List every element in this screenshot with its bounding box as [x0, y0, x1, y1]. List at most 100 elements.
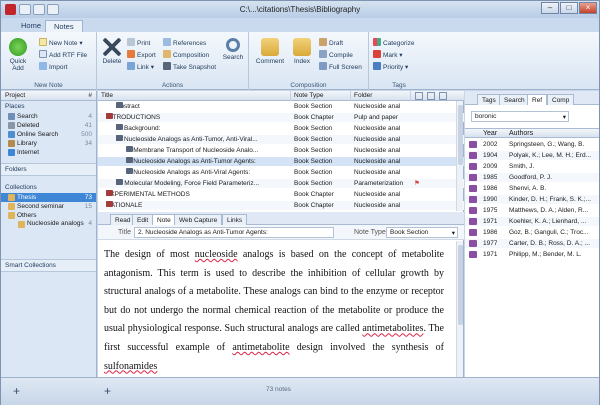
- place-item[interactable]: Deleted 41: [1, 121, 96, 130]
- place-item[interactable]: Search 4: [1, 112, 96, 121]
- collection-item[interactable]: Thesis 73: [1, 193, 96, 202]
- note-title-input[interactable]: 2. Nucleoside Analogs as Anti-Tumor Agen…: [134, 227, 334, 238]
- note-row[interactable]: +EXPERIMENTAL METHODSBook Chapter Nucleos…: [98, 190, 464, 199]
- note-type-label: Note Type: [354, 229, 386, 236]
- collection-item[interactable]: Nucleoside analogs 4: [1, 220, 96, 236]
- print-button[interactable]: Print: [127, 38, 150, 47]
- priority-button[interactable]: Priority ▾: [373, 62, 408, 71]
- ribbon-tab-notes[interactable]: Notes: [45, 20, 83, 32]
- comment-button[interactable]: Comment: [255, 38, 285, 65]
- new-note-label: New Note: [49, 40, 78, 47]
- reference-year: 1971: [483, 251, 498, 258]
- pencil-icon: [319, 38, 327, 46]
- reference-row[interactable]: 1986 Goz, B.; Ganguli, C.; Troc...: [465, 228, 599, 237]
- composition-group-label: Composition: [290, 82, 327, 89]
- column-folder[interactable]: Folder: [351, 91, 411, 101]
- collections-list: Thesis 73 Second seminar 15 Others Nucleoside…: [1, 193, 96, 236]
- references-button[interactable]: References: [163, 38, 206, 47]
- new-note-group: Quick Add New Note ▾ Add RTF File Import…: [1, 32, 97, 90]
- delete-button[interactable]: Delete: [101, 38, 123, 65]
- notes-scrollbar-thumb[interactable]: [458, 105, 463, 165]
- quick-add-button[interactable]: Quick Add: [7, 38, 29, 72]
- column-options-icon[interactable]: [415, 92, 423, 100]
- draft-button[interactable]: Draft: [319, 38, 343, 47]
- reference-row[interactable]: 1975 Matthews, D. A.; Alden, R...: [465, 206, 599, 215]
- take-snapshot-button[interactable]: Take Snapshot: [163, 62, 216, 71]
- column-year[interactable]: Year: [483, 130, 497, 137]
- categorize-button[interactable]: Categorize: [373, 38, 414, 47]
- note-row[interactable]: -B. Nucleoside Analogs as Anti-Tumor, An…: [98, 135, 464, 144]
- reference-row[interactable]: 1904 Polyak, K.; Lee, M. H.; Erd...: [465, 151, 599, 160]
- reference-row[interactable]: 2002 Springsteen, G.; Wang, B.: [465, 140, 599, 149]
- reference-row[interactable]: 1990 Kinder, D. H.; Frank, S. K.;...: [465, 195, 599, 204]
- window-title: C:\...\citations\Thesis\Bibliography: [239, 5, 361, 14]
- add-project-button[interactable]: +: [13, 384, 20, 398]
- note-folder-cell: Nucleoside anal: [354, 202, 401, 209]
- collection-item[interactable]: Second seminar 15: [1, 202, 96, 211]
- right-tab-search[interactable]: Search: [499, 94, 530, 105]
- new-note-button[interactable]: New Note ▾: [39, 38, 83, 47]
- link-button[interactable]: Link ▾: [127, 62, 154, 71]
- reference-filter-select[interactable]: boronic ▾: [471, 111, 569, 122]
- note-row[interactable]: 1. Membrane Transport of Nucleoside Anal…: [98, 146, 464, 155]
- import-button[interactable]: Import: [39, 62, 67, 71]
- reference-row[interactable]: 1977 Carter, D. B.; Ross, D. A.; ...: [465, 239, 599, 248]
- reference-row[interactable]: 1971 Koehler, K. A.; Lienhard, ...: [465, 217, 599, 226]
- preview-toggle-icon[interactable]: [439, 92, 447, 100]
- note-row[interactable]: +RATIONALEBook Chapter Nucleoside anal: [98, 201, 464, 210]
- editor-tab-links[interactable]: Links: [222, 214, 248, 225]
- add-rtf-button[interactable]: Add RTF File: [39, 50, 87, 59]
- editor-tab-web-capture[interactable]: Web Capture: [174, 214, 223, 225]
- collection-item[interactable]: Others: [1, 211, 96, 220]
- maximize-button[interactable]: □: [560, 2, 578, 14]
- compile-button[interactable]: Compile: [319, 50, 353, 59]
- composition-button[interactable]: Composition: [163, 50, 209, 59]
- editor-scrollbar[interactable]: [456, 241, 463, 377]
- column-note-type[interactable]: Note Type: [291, 91, 351, 101]
- export-button[interactable]: Export: [127, 50, 156, 59]
- mark-button[interactable]: Mark ▾: [373, 50, 403, 59]
- note-row[interactable]: +C. Molecular Modeling, Force Field Para…: [98, 179, 464, 188]
- place-item[interactable]: Library 34: [1, 139, 96, 148]
- right-tab-tags[interactable]: Tags: [477, 94, 501, 105]
- reference-row[interactable]: 1986 Shenvi, A. B.: [465, 184, 599, 193]
- editor-tab-note[interactable]: Note: [152, 214, 176, 225]
- minimize-button[interactable]: –: [541, 2, 559, 14]
- reference-row[interactable]: 2009 Smith, J.: [465, 162, 599, 171]
- reference-row[interactable]: 1985 Goodford, P. J.: [465, 173, 599, 182]
- note-row[interactable]: Abstract Book Section Nucleoside anal: [98, 102, 464, 111]
- smart-collections-section[interactable]: Smart Collections: [1, 259, 96, 272]
- full-screen-button[interactable]: Full Screen: [319, 62, 362, 71]
- close-button[interactable]: ×: [579, 2, 597, 14]
- note-row[interactable]: +A. Background:Book Section Nucleoside an…: [98, 124, 464, 133]
- note-row[interactable]: 3. Nucleoside Analogs as Anti-Viral Agen…: [98, 168, 464, 177]
- reference-year: 1975: [483, 207, 498, 214]
- note-row[interactable]: 2. Nucleoside Analogs as Anti-Tumor Agen…: [98, 157, 464, 166]
- folders-section[interactable]: Folders: [1, 163, 96, 176]
- places-section[interactable]: Places: [1, 101, 96, 112]
- grid-view-icon[interactable]: [427, 92, 435, 100]
- collection-folder-icon: [8, 203, 15, 210]
- add-note-button[interactable]: +: [104, 384, 111, 398]
- collection-count: 73: [84, 194, 92, 201]
- editor-scrollbar-thumb[interactable]: [458, 245, 463, 325]
- right-tab-ref[interactable]: Ref: [527, 94, 548, 105]
- column-title[interactable]: Title: [98, 91, 291, 101]
- place-item[interactable]: Internet: [1, 148, 96, 157]
- place-item[interactable]: Online Search 500: [1, 130, 96, 139]
- reference-type-icon: [469, 152, 477, 159]
- index-button[interactable]: Index: [291, 38, 313, 65]
- search-button[interactable]: Search: [221, 38, 245, 61]
- right-tab-comp[interactable]: Comp: [547, 94, 575, 105]
- note-body[interactable]: The design of most nucleoside analogs is…: [104, 246, 444, 376]
- notes-scrollbar[interactable]: [456, 101, 463, 211]
- note-row[interactable]: -INTRODUCTIONSBook Chapter Pulp and paper: [98, 113, 464, 122]
- column-authors[interactable]: Authors: [509, 130, 533, 137]
- composition-icon: [163, 50, 171, 58]
- collections-section[interactable]: Collections: [1, 182, 96, 193]
- ribbon: Quick Add New Note ▾ Add RTF File Import…: [1, 32, 599, 90]
- ribbon-tab-home[interactable]: Home: [13, 20, 49, 32]
- reference-row[interactable]: 1971 Philipp, M.; Bender, M. L.: [465, 250, 599, 259]
- note-type-select[interactable]: Book Section ▾: [386, 227, 458, 238]
- editor-tab-edit[interactable]: Edit: [132, 214, 154, 225]
